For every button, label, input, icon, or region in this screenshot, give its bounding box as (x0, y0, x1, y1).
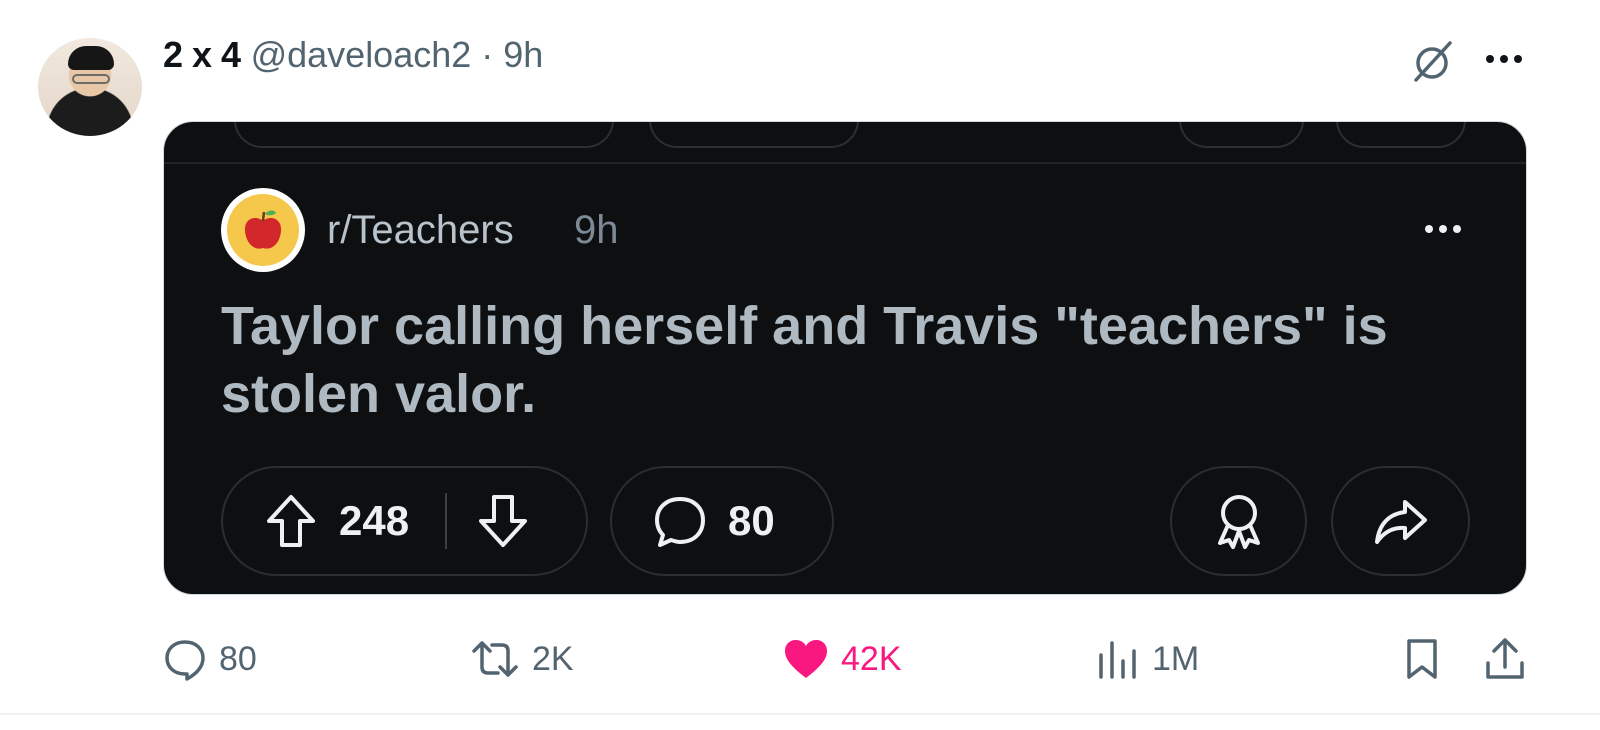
comment-bubble-icon (655, 497, 705, 547)
award-button[interactable] (1170, 466, 1307, 576)
views-button[interactable]: 1M (1096, 634, 1199, 684)
post-time: 9h (574, 208, 619, 252)
comments-button[interactable]: 80 (610, 466, 834, 576)
share-button[interactable] (1331, 466, 1470, 576)
avatar-glasses (72, 74, 110, 84)
subreddit-name[interactable]: r/Teachers (327, 208, 514, 253)
subreddit-avatar[interactable] (221, 188, 305, 272)
reply-count: 80 (219, 639, 257, 678)
vote-separator (445, 493, 448, 549)
upvote-icon[interactable] (265, 493, 317, 549)
bookmark-button[interactable] (1405, 634, 1439, 684)
reply-icon (165, 640, 205, 681)
embedded-reddit-card[interactable]: r/Teachers 9h Taylor calling herself and… (163, 121, 1527, 595)
tweet-time[interactable]: 9h (503, 34, 543, 76)
user-handle[interactable]: @daveloach2 (251, 34, 472, 76)
repost-icon (472, 641, 518, 677)
views-count: 1M (1152, 639, 1200, 678)
apple-icon (244, 210, 282, 249)
user-avatar[interactable] (38, 38, 142, 136)
cropped-pill (1336, 122, 1466, 148)
like-button[interactable]: 42K (783, 634, 902, 684)
cropped-pill (234, 122, 614, 148)
like-count: 42K (841, 639, 902, 678)
bottom-divider (0, 713, 1600, 715)
tweet-actions-bar: 80 2K 42K 1M (0, 634, 1600, 684)
tweet-header: 2 x 4 @daveloach2 · 9h (163, 34, 543, 78)
upload-share-icon (1486, 638, 1524, 679)
views-chart-icon (1099, 641, 1136, 679)
comment-count: 80 (728, 497, 775, 544)
cropped-pill (649, 122, 859, 148)
avatar-hair (68, 46, 114, 70)
post-text: Taylor calling herself and Travis "teach… (221, 296, 1388, 424)
display-name[interactable]: 2 x 4 (163, 34, 241, 76)
heart-icon (785, 640, 827, 678)
header-separator: · (481, 34, 494, 75)
upvote-count: 248 (339, 497, 410, 544)
share-arrow-icon (1374, 500, 1427, 544)
award-icon (1217, 495, 1260, 549)
repost-button[interactable]: 2K (470, 634, 574, 684)
vote-bar: 248 (221, 466, 588, 576)
share-tweet-button[interactable] (1484, 634, 1526, 684)
downvote-icon[interactable] (477, 493, 529, 549)
more-icon[interactable] (1419, 214, 1467, 244)
repost-count: 2K (532, 639, 574, 678)
bookmark-icon (1407, 639, 1437, 679)
reply-button[interactable]: 80 (163, 634, 257, 684)
grok-icon[interactable] (1410, 38, 1456, 84)
more-icon[interactable] (1482, 44, 1526, 74)
subreddit-avatar-ring (227, 194, 299, 266)
cropped-pill (1179, 122, 1304, 148)
